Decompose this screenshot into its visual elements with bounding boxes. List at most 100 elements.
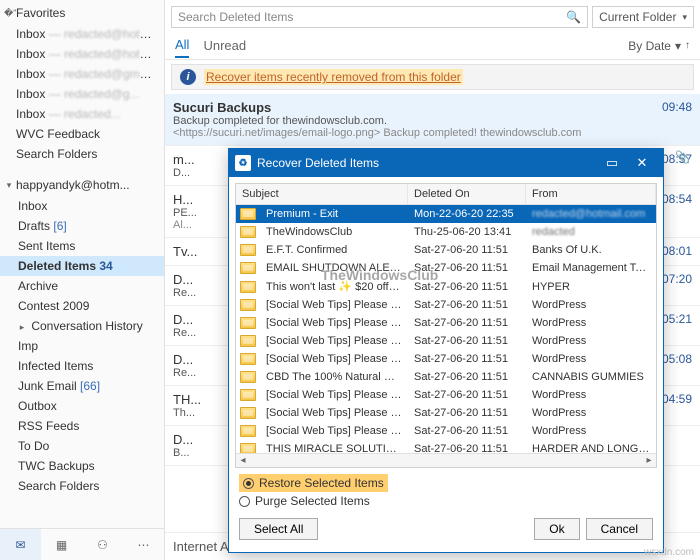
tab-unread[interactable]: Unread	[203, 34, 246, 57]
dialog-title: Recover Deleted Items	[257, 156, 379, 170]
folder-item[interactable]: To Do	[0, 436, 164, 456]
recover-row[interactable]: CBD The 100% Natural Way to Li... Sat-27…	[236, 368, 656, 386]
more-icon[interactable]: ⋯	[123, 529, 164, 560]
search-icon: 🔍	[566, 10, 581, 24]
mail-icon[interactable]: ✉	[0, 529, 41, 560]
radio-restore[interactable]: Restore Selected Items	[239, 474, 388, 492]
folder-item[interactable]: Drafts [6]	[0, 216, 164, 236]
mail-icon	[240, 353, 256, 365]
recover-row[interactable]: E.F.T. Confirmed Sat-27-06-20 11:51 Bank…	[236, 241, 656, 259]
chevron-down-icon: ▾	[682, 12, 687, 23]
recover-row[interactable]: [Social Web Tips] Please moderat... Sat-…	[236, 314, 656, 332]
scroll-right-icon[interactable]: ▸	[642, 455, 656, 466]
recover-row[interactable]: [Social Web Tips] Please moderat... Sat-…	[236, 350, 656, 368]
chevron-down-icon: ▾	[675, 39, 681, 53]
folder-label: Inbox	[16, 107, 45, 121]
recover-deleted-dialog: ♻ Recover Deleted Items ▭ ✕ Subject Dele…	[228, 148, 664, 553]
sort-dropdown[interactable]: By Date ▾ ↑	[628, 39, 690, 53]
ok-button[interactable]: Ok	[534, 518, 579, 540]
people-icon[interactable]: ⚇	[82, 529, 123, 560]
recover-row[interactable]: [Social Web Tips] Please moderat... Sat-…	[236, 404, 656, 422]
account-header[interactable]: ▾ happyandyk@hotm...	[0, 172, 164, 196]
recover-row[interactable]: [Social Web Tips] Please moderat... Sat-…	[236, 386, 656, 404]
folder-item[interactable]: Contest 2009	[0, 296, 164, 316]
preview-title: Sucuri Backups	[173, 100, 646, 115]
mail-icon	[240, 208, 256, 220]
recover-row[interactable]: This won't last ✨ $20 off ULTIMA... Sat-…	[236, 277, 656, 296]
col-deleted-on[interactable]: Deleted On	[408, 184, 526, 204]
message-preview[interactable]: Sucuri Backups Backup completed for thew…	[165, 94, 700, 146]
cell-from: redacted	[526, 224, 656, 240]
recover-row[interactable]: [Social Web Tips] Please moderat... Sat-…	[236, 296, 656, 314]
recover-row[interactable]: THIS MIRACLE SOLUTION WILL DRIVE... Sat-…	[236, 440, 656, 453]
folder-item[interactable]: ▸ Conversation History	[0, 316, 164, 336]
recover-row[interactable]: Premium - Exit Mon-22-06-20 22:35 redact…	[236, 205, 656, 223]
select-all-button[interactable]: Select All	[239, 518, 318, 540]
recover-row[interactable]: [Social Web Tips] Please moderat... Sat-…	[236, 422, 656, 440]
favorite-item[interactable]: Inbox — redacted@g...	[0, 84, 164, 104]
folder-item[interactable]: Infected Items	[0, 356, 164, 376]
source-watermark: wsxdn.com	[644, 547, 694, 558]
folder-item[interactable]: Inbox	[0, 196, 164, 216]
folder-item[interactable]: Imp	[0, 336, 164, 356]
mail-icon	[240, 281, 256, 293]
mail-icon	[240, 335, 256, 347]
cancel-button[interactable]: Cancel	[586, 518, 653, 540]
favorites-header[interactable]: �" Favorites	[0, 0, 164, 24]
preview-time: 09:48	[646, 100, 692, 139]
favorite-item[interactable]: Inbox — redacted@hotm...	[0, 44, 164, 64]
radio-purge[interactable]: Purge Selected Items	[239, 492, 653, 510]
folder-item[interactable]: Search Folders	[0, 476, 164, 496]
favorite-item[interactable]: Inbox — redacted@gmail...	[0, 64, 164, 84]
favorite-item[interactable]: Search Folders	[0, 144, 164, 164]
horizontal-scrollbar[interactable]: ◂ ▸	[236, 453, 656, 467]
cell-deleted: Thu-25-06-20 13:41	[408, 224, 526, 240]
folder-label: Inbox	[16, 47, 45, 61]
folder-label: Conversation History	[31, 319, 142, 333]
maximize-button[interactable]: ▭	[597, 155, 627, 171]
scroll-left-icon[interactable]: ◂	[236, 455, 250, 466]
folder-item[interactable]: Outbox	[0, 396, 164, 416]
search-scope-dropdown[interactable]: Current Folder ▾	[592, 6, 694, 28]
folder-label: TWC Backups	[18, 459, 95, 473]
cell-subject: EMAIL SHUTDOWN ALERT!!!	[260, 260, 408, 276]
recover-row[interactable]: EMAIL SHUTDOWN ALERT!!! Sat-27-06-20 11:…	[236, 259, 656, 277]
folder-count: [66]	[80, 379, 100, 393]
recover-row[interactable]: [Social Web Tips] Please moderat... Sat-…	[236, 332, 656, 350]
mail-icon	[240, 226, 256, 238]
favorite-item[interactable]: Inbox — redacted@hotmail...	[0, 24, 164, 44]
search-input[interactable]: Search Deleted Items 🔍	[171, 6, 588, 28]
folder-meta: — redacted@hotm...	[49, 47, 160, 61]
sidebar: �" Favorites Inbox — redacted@hotmail...…	[0, 0, 165, 560]
folder-item[interactable]: Sent Items	[0, 236, 164, 256]
scope-label: Current Folder	[599, 10, 676, 24]
tab-all[interactable]: All	[175, 33, 189, 58]
recover-row[interactable]: TheWindowsClub Thu-25-06-20 13:41 redact…	[236, 223, 656, 241]
mail-icon	[240, 407, 256, 419]
folder-item[interactable]: Deleted Items 34	[0, 256, 164, 276]
folder-label: Inbox	[16, 67, 45, 81]
cell-subject: This won't last ✨ $20 off ULTIMA...	[260, 278, 408, 295]
folder-label: To Do	[18, 439, 49, 453]
cell-subject: [Social Web Tips] Please moderat...	[260, 333, 408, 349]
col-from[interactable]: From	[526, 184, 656, 204]
folder-item[interactable]: RSS Feeds	[0, 416, 164, 436]
favorite-item[interactable]: Inbox — redacted...	[0, 104, 164, 124]
calendar-icon[interactable]: ▦	[41, 529, 82, 560]
cell-from: WordPress	[526, 333, 656, 349]
mail-icon	[240, 299, 256, 311]
folder-item[interactable]: Junk Email [66]	[0, 376, 164, 396]
folder-label: Inbox	[16, 27, 45, 41]
folder-item[interactable]: Archive	[0, 276, 164, 296]
sidebar-bottom-nav: ✉ ▦ ⚇ ⋯	[0, 528, 164, 560]
cell-from: Banks Of U.K.	[526, 242, 656, 258]
favorite-item[interactable]: WVC Feedback	[0, 124, 164, 144]
close-button[interactable]: ✕	[627, 155, 657, 171]
dialog-titlebar[interactable]: ♻ Recover Deleted Items ▭ ✕	[229, 149, 663, 177]
folder-item[interactable]: TWC Backups	[0, 456, 164, 476]
recover-link[interactable]: Recover items recently removed from this…	[204, 69, 463, 85]
mail-icon	[240, 371, 256, 383]
cell-from: redacted@hotmail.com	[526, 206, 656, 222]
radio-icon	[243, 478, 254, 489]
col-subject[interactable]: Subject	[236, 184, 408, 204]
